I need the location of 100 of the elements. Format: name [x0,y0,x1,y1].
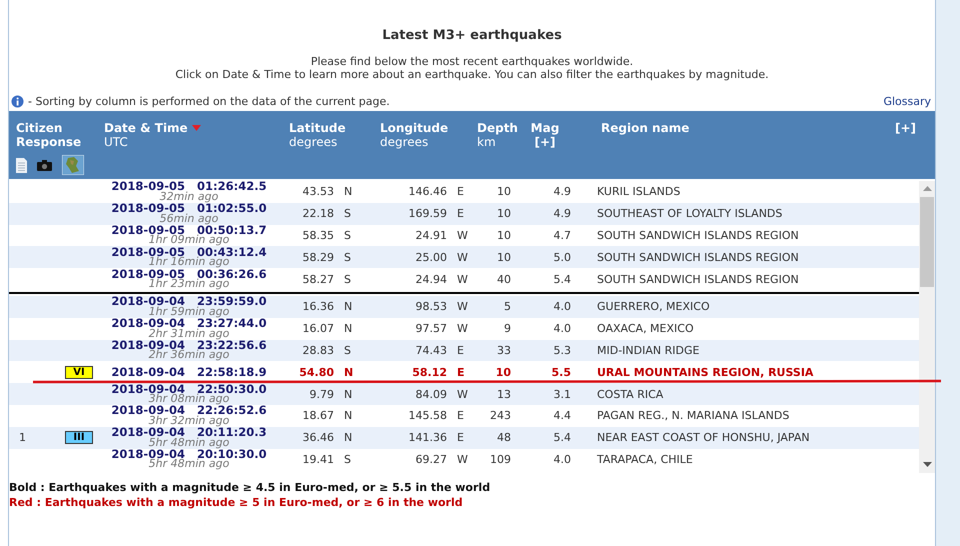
citizen-count: 1 [18,431,27,444]
longitude-cell-text: 74.43 [414,344,447,357]
document-icon[interactable] [16,158,27,172]
region-cell-text: MID-INDIAN RIDGE [596,344,700,357]
longitude-cell-text: 141.36 [408,431,447,444]
camera-icon[interactable] [37,160,52,170]
region-cell-text: SOUTH SANDWICH ISLANDS REGION [596,250,800,264]
latitude-cell-text: 43.53 [302,185,334,198]
scroll-down-icon[interactable] [922,462,932,468]
depth-cell-text: 48 [496,431,511,444]
depth-cell-text: 40 [496,272,511,286]
time-ago: 2hr 31min ago [148,328,230,340]
latitude-direction: N [343,409,354,422]
latitude-cell-text: 58.29 [302,250,334,264]
date-time-link[interactable]: 2018-09-04 22:50:30.0 [111,384,267,394]
date-time-link[interactable]: 2018-09-04 22:58:18.9 [111,367,267,378]
depth-cell-text: 13 [496,388,511,401]
latitude-cell-text: 36.46 [302,431,334,444]
date-time-link[interactable]: 2018-09-04 20:10:30.0 [111,448,267,460]
column-header[interactable]: Region name [601,121,690,135]
column-header[interactable]: Citizen Response [16,121,86,149]
depth-cell-text: 10 [496,228,511,242]
date-time-link[interactable]: 2018-09-05 01:26:42.5 [111,181,267,192]
time-ago: 3hr 08min ago [148,394,230,405]
scroll-up-icon[interactable] [922,186,932,192]
column-unit: UTC [104,135,129,149]
time-ago: 56min ago [160,214,218,224]
latitude-cell-text: 19.41 [302,452,334,466]
magnitude-cell-text: 4.9 [552,207,571,220]
date-time-link[interactable]: 2018-09-04 23:59:59.0 [111,296,267,307]
date-time-link[interactable]: 2018-09-05 00:43:12.4 [111,246,267,258]
latitude-direction: S [343,452,352,466]
time-ago: 5hr 48min ago [148,438,230,448]
depth-cell-text: 9 [503,322,511,336]
date-time-link[interactable]: 2018-09-05 00:50:13.7 [111,224,267,236]
column-header[interactable]: Longitude [380,121,448,135]
longitude-cell-text: 25.00 [414,250,447,264]
latitude-direction: S [343,250,352,264]
magnitude-cell-text: 4.9 [552,185,571,198]
depth-cell-text: 5 [503,300,511,314]
date-time-link[interactable]: 2018-09-05 01:02:55.0 [111,203,267,214]
depth-cell-text: 10 [496,207,511,220]
page-title: Latest M3+ earthquakes [381,28,563,43]
region-cell-text: URAL MOUNTAINS REGION, RUSSIA [596,366,814,379]
longitude-cell-text: 169.59 [408,207,447,220]
longitude-direction: E [456,366,466,379]
latitude-direction: N [343,300,354,314]
column-unit: km [477,135,497,149]
sorting-note: - Sorting by column is performed on the data of the current page. [28,95,390,108]
time-ago: 1hr 59min ago [148,306,230,318]
depth-cell-text: 109 [489,452,511,466]
longitude-cell-text: 145.58 [408,409,447,422]
latitude-direction: S [343,272,352,286]
region-cell-text: PAGAN REG., N. MARIANA ISLANDS [596,409,790,422]
longitude-cell-text: 24.91 [414,228,447,242]
longitude-cell-text: 58.12 [411,366,447,379]
region-cell-text: TARAPACA, CHILE [596,452,694,466]
depth-cell-text: 10 [496,185,511,198]
date-time-link[interactable]: 2018-09-04 20:11:20.3 [111,427,267,438]
region-cell-text: NEAR EAST COAST OF HONSHU, JAPAN [596,431,811,444]
intro-text: Click on Date & Time to learn more about an earthquake. You can also filter the earthquakes by magnitude. [175,68,769,81]
depth-cell-text: 243 [489,409,511,422]
column-header[interactable]: Mag [530,121,560,135]
mag-filter-link[interactable]: [+] [534,135,556,149]
date-time-link[interactable]: 2018-09-04 23:27:44.0 [111,318,267,329]
magnitude-cell-text: 5.0 [552,250,571,264]
magnitude-cell-text: 4.0 [552,300,571,314]
latitude-cell-text: 54.80 [298,366,334,379]
time-ago: 2hr 36min ago [148,350,230,361]
scrollbar[interactable] [919,181,935,473]
expand-link[interactable]: [+] [895,121,916,135]
latitude-cell-text: 16.36 [302,300,334,314]
intensity-badge[interactable]: VI [65,366,93,379]
time-ago: 1hr 09min ago [148,235,230,246]
region-cell-text: COSTA RICA [596,388,664,401]
magnitude-cell-text: 5.5 [550,366,571,379]
longitude-cell-text: 69.27 [414,452,447,466]
column-header[interactable]: Depth [477,121,518,135]
magnitude-cell-text: 5.4 [552,272,571,286]
intensity-badge[interactable]: III [65,431,93,444]
latitude-cell-text: 16.07 [302,322,334,336]
glossary-link[interactable]: Glossary [883,95,931,108]
time-ago: 1hr 16min ago [148,257,230,268]
longitude-direction: E [456,431,465,444]
info-icon [11,95,24,108]
date-time-link[interactable]: 2018-09-04 22:26:52.6 [111,405,267,416]
longitude-direction: W [456,250,469,264]
magnitude-cell-text: 4.4 [552,409,571,422]
date-time-link[interactable]: 2018-09-05 00:36:26.6 [111,268,267,280]
legend-text: Bold : Earthquakes with a magnitude ≥ 4.5 in Euro-med, or ≥ 5.5 in the world [9,481,492,494]
longitude-direction: E [456,409,465,422]
region-cell-text: GUERRERO, MEXICO [596,300,711,314]
longitude-direction: W [456,452,469,466]
map-icon[interactable] [62,155,84,175]
latitude-cell-text: 9.79 [308,388,334,401]
column-header[interactable]: Date & Time [104,121,201,135]
magnitude-cell-text: 5.3 [552,344,571,357]
column-header[interactable]: Latitude [289,121,346,135]
date-time-link[interactable]: 2018-09-04 23:22:56.6 [111,340,267,350]
latitude-cell-text: 58.27 [302,272,334,286]
